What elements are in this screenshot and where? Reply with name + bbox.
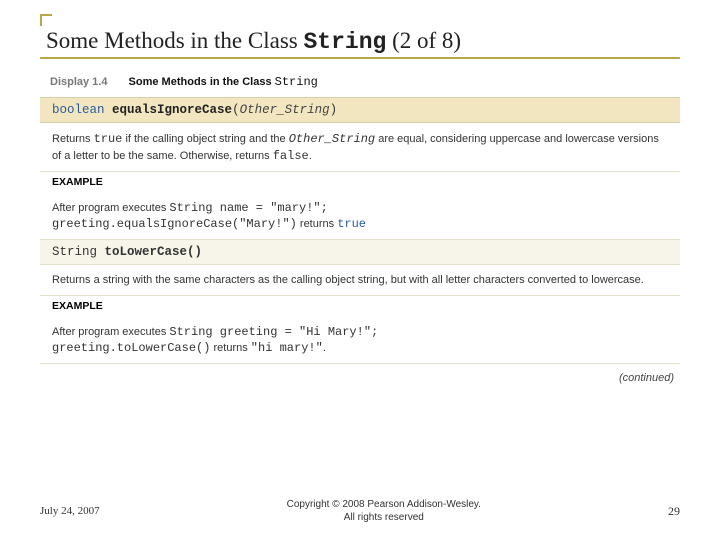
t: After program executes [52, 326, 169, 338]
code-false: false [273, 149, 309, 163]
t: returns [210, 342, 250, 354]
t: . [309, 150, 312, 162]
title-class-name: String [303, 29, 386, 55]
return-type: String [52, 245, 97, 259]
example-label-1: EXAMPLE [40, 171, 680, 192]
method-arg: Other_String [240, 103, 330, 117]
title-suffix: (2 of 8) [386, 28, 461, 53]
method-signature-equalsignorecase: boolean equalsIgnoreCase(Other_String) [40, 97, 680, 123]
t: . [323, 342, 326, 354]
display-mono: String [275, 75, 318, 89]
keyword-boolean: boolean [52, 103, 105, 117]
title-underline [40, 57, 680, 59]
method1-example: After program executes String name = "ma… [40, 192, 680, 240]
copyright-line1: Copyright © 2008 Pearson Addison-Wesley. [287, 499, 481, 510]
display-label: Display 1.4 [50, 76, 107, 88]
footer-copyright: Copyright © 2008 Pearson Addison-Wesley.… [100, 498, 668, 524]
t: returns [297, 218, 337, 230]
code-true: true [94, 132, 123, 146]
method1-description: Returns true if the calling object strin… [40, 123, 680, 171]
display-text-part: Some Methods in the Class [129, 76, 275, 88]
code: String greeting = "Hi Mary!"; [169, 325, 378, 339]
t: After program executes [52, 202, 169, 214]
code: greeting.equalsIgnoreCase("Mary!") [52, 217, 297, 231]
method2-example: After program executes String greeting =… [40, 316, 680, 364]
display-header: Display 1.4 Some Methods in the Class St… [40, 71, 680, 97]
code-result: "hi mary!" [251, 341, 323, 355]
decorative-corner [40, 14, 52, 26]
method2-description: Returns a string with the same character… [40, 265, 680, 294]
code: greeting.toLowerCase() [52, 341, 210, 355]
title-prefix: Some Methods in the Class [46, 28, 303, 53]
page-title: Some Methods in the Class String (2 of 8… [40, 28, 680, 55]
copyright-line2: All rights reserved [344, 512, 424, 523]
footer-date: July 24, 2007 [40, 505, 100, 517]
t: Returns [52, 133, 94, 145]
continued-label: (continued) [40, 363, 680, 384]
arg-ref: Other_String [289, 132, 375, 146]
method-name: toLowerCase() [105, 245, 203, 259]
code-true: true [337, 217, 366, 231]
example-label-2: EXAMPLE [40, 295, 680, 316]
display-text: Some Methods in the Class String [129, 76, 318, 88]
method-name: equalsIgnoreCase [112, 103, 232, 117]
method-signature-tolowercase: String toLowerCase() [40, 239, 680, 265]
code: String name = "mary!"; [169, 201, 327, 215]
footer: July 24, 2007 Copyright © 2008 Pearson A… [40, 498, 680, 524]
t: if the calling object string and the [122, 133, 288, 145]
page-number: 29 [668, 504, 680, 519]
